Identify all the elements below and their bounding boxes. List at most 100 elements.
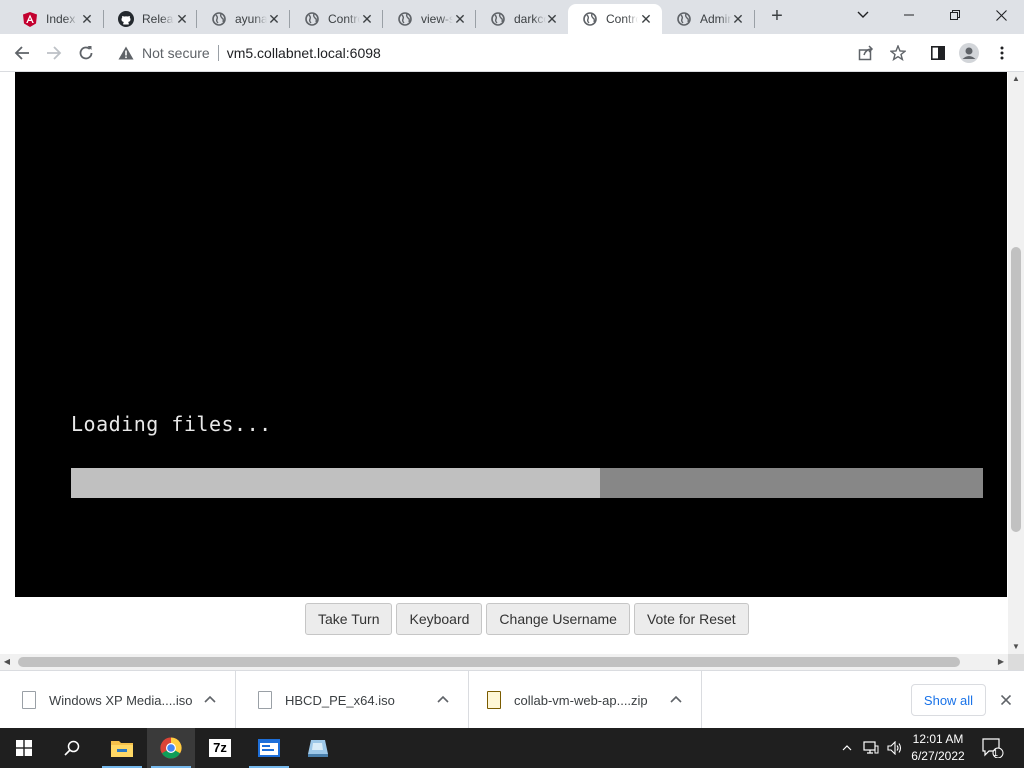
scroll-down-arrow-icon[interactable]: ▼ [1008, 640, 1024, 654]
tab-4[interactable]: view-s ✕ [383, 4, 476, 34]
take-turn-button[interactable]: Take Turn [305, 603, 393, 635]
browser-tab-strip: Index ✕ Releases ✕ ayunami ✕ Contro ✕ vi… [0, 0, 1024, 34]
forward-icon[interactable] [40, 39, 68, 67]
vm-progress-fill [71, 468, 600, 498]
download-item[interactable]: Windows XP Media....iso [0, 671, 236, 729]
vote-reset-button[interactable]: Vote for Reset [633, 603, 749, 635]
new-tab-icon[interactable]: + [766, 6, 788, 28]
windows-start-icon[interactable] [0, 728, 48, 768]
vertical-scroll-thumb[interactable] [1011, 247, 1021, 532]
clock-date: 6/27/2022 [911, 749, 965, 763]
vm-progress-bar [71, 468, 983, 498]
tab-title: Contro [606, 12, 638, 26]
close-tab-icon[interactable]: ✕ [544, 11, 560, 27]
close-shelf-icon[interactable] [996, 690, 1016, 710]
close-tab-icon[interactable]: ✕ [79, 11, 95, 27]
download-filename: collab-vm-web-ap....zip [514, 692, 648, 708]
tab-6-active[interactable]: Contro ✕ [568, 4, 662, 34]
warning-triangle-icon[interactable] [118, 45, 134, 61]
omnibox-divider [217, 45, 219, 61]
file-explorer-icon[interactable] [98, 728, 146, 768]
url-text[interactable]: vm5.collabnet.local:6098 [227, 45, 381, 61]
horizontal-scrollbar[interactable]: ◀ ▶ [0, 654, 1008, 670]
system-clock[interactable]: 12:01 AM 6/27/2022 [906, 731, 970, 765]
app-window-icon[interactable] [245, 728, 293, 768]
close-tab-icon[interactable]: ✕ [638, 11, 654, 27]
tab-title: Admin [700, 12, 732, 26]
change-username-button[interactable]: Change Username [486, 603, 630, 635]
more-menu-icon[interactable] [988, 39, 1016, 67]
globe-icon [211, 11, 227, 27]
file-icon [22, 691, 36, 709]
chevron-up-icon[interactable] [669, 692, 683, 706]
close-tab-icon[interactable]: ✕ [452, 11, 468, 27]
chevron-up-icon[interactable] [838, 728, 856, 768]
globe-icon [397, 11, 413, 27]
chevron-up-icon[interactable] [203, 692, 217, 706]
tab-title: ayunami [235, 12, 267, 26]
security-status-label[interactable]: Not secure [142, 45, 210, 61]
globe-icon [304, 11, 320, 27]
download-filename: HBCD_PE_x64.iso [285, 692, 395, 708]
vertical-scrollbar[interactable]: ▲ ▼ [1008, 72, 1024, 654]
tab-title: Releases [142, 12, 174, 26]
minimize-icon[interactable] [886, 0, 932, 30]
tab-0[interactable]: Index ✕ [8, 4, 103, 34]
page-content: Loading files... Take Turn Keyboard Chan… [0, 72, 1008, 654]
github-icon [118, 11, 134, 27]
vm-control-buttons: Take Turn Keyboard Change Username Vote … [305, 603, 749, 635]
7zip-icon[interactable]: 7z [196, 728, 244, 768]
horizontal-scroll-thumb[interactable] [18, 657, 960, 667]
scroll-up-arrow-icon[interactable]: ▲ [1008, 72, 1024, 86]
bookmark-star-icon[interactable] [884, 39, 912, 67]
tab-2[interactable]: ayunami ✕ [197, 4, 290, 34]
tab-title: view-s [421, 12, 453, 26]
close-tab-icon[interactable]: ✕ [359, 11, 375, 27]
chrome-icon[interactable] [147, 728, 195, 768]
clock-time: 12:01 AM [912, 732, 964, 746]
volume-icon[interactable] [884, 728, 906, 768]
download-filename: Windows XP Media....iso [49, 692, 193, 708]
globe-icon [676, 11, 692, 27]
tab-title: Contro [328, 12, 360, 26]
tab-search-chevron-icon[interactable] [840, 0, 886, 30]
tab-3[interactable]: Contro ✕ [290, 4, 383, 34]
close-tab-icon[interactable]: ✕ [266, 11, 282, 27]
show-all-downloads-button[interactable]: Show all [911, 684, 986, 716]
download-shelf: Windows XP Media....iso HBCD_PE_x64.iso … [0, 670, 1024, 729]
globe-icon [490, 11, 506, 27]
keyboard-button[interactable]: Keyboard [396, 603, 483, 635]
tab-separator [754, 10, 755, 28]
search-icon[interactable] [48, 728, 96, 768]
angular-icon [22, 11, 38, 27]
download-item[interactable]: HBCD_PE_x64.iso [236, 671, 469, 729]
disk-image-icon[interactable] [294, 728, 342, 768]
close-window-icon[interactable] [978, 0, 1024, 30]
address-bar[interactable]: Not secure vm5.collabnet.local:6098 [106, 38, 918, 68]
close-tab-icon[interactable]: ✕ [730, 11, 746, 27]
vm-loading-text: Loading files... [71, 412, 272, 436]
restore-icon[interactable] [932, 0, 978, 30]
reload-icon[interactable] [72, 39, 100, 67]
chevron-up-icon[interactable] [436, 692, 450, 706]
tab-7[interactable]: Admin ✕ [662, 4, 754, 34]
tab-1[interactable]: Releases ✕ [104, 4, 198, 34]
scroll-right-arrow-icon[interactable]: ▶ [994, 654, 1008, 670]
scrollbar-corner [1008, 654, 1024, 670]
vm-display-screen[interactable]: Loading files... [15, 72, 1007, 597]
network-icon[interactable] [860, 728, 882, 768]
action-center-icon[interactable]: 1 [980, 728, 1006, 768]
close-tab-icon[interactable]: ✕ [174, 11, 190, 27]
back-icon[interactable] [8, 39, 36, 67]
scroll-left-arrow-icon[interactable]: ◀ [0, 654, 14, 670]
globe-icon [582, 11, 598, 27]
share-icon[interactable] [852, 39, 880, 67]
side-panel-icon[interactable] [924, 39, 952, 67]
tab-5[interactable]: darkco ✕ [476, 4, 568, 34]
profile-avatar-icon[interactable] [955, 39, 983, 67]
windows-taskbar: 7z 12:01 AM 6/27/2022 1 [0, 728, 1024, 768]
browser-toolbar: Not secure vm5.collabnet.local:6098 [0, 34, 1024, 72]
download-item[interactable]: collab-vm-web-ap....zip [469, 671, 702, 729]
tab-title: Index [46, 12, 76, 26]
zip-file-icon [487, 691, 501, 709]
